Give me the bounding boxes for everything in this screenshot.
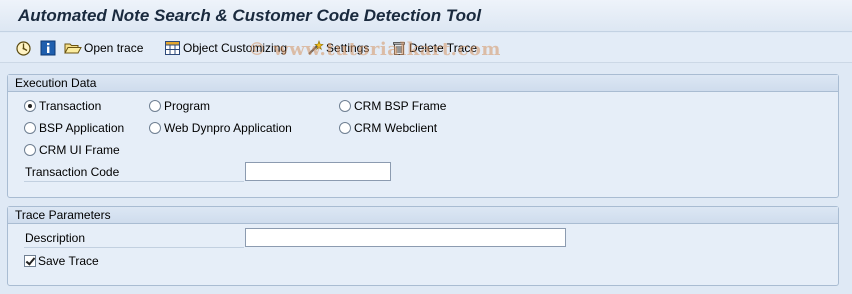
transaction-code-underline bbox=[24, 181, 244, 182]
radio-bsp-application-indicator[interactable] bbox=[24, 122, 36, 134]
open-folder-icon bbox=[64, 43, 82, 54]
save-trace-check-indicator[interactable] bbox=[24, 255, 36, 267]
execute-button[interactable] bbox=[15, 39, 32, 57]
radio-crm-bsp-frame-indicator[interactable] bbox=[339, 100, 351, 112]
trace-parameters-group: Trace Parameters Description Save Trace bbox=[7, 206, 839, 286]
save-trace-label: Save Trace bbox=[38, 254, 99, 268]
radio-crm-ui-frame-label: CRM UI Frame bbox=[39, 143, 120, 157]
window-title: Automated Note Search & Customer Code De… bbox=[18, 6, 482, 25]
radio-crm-ui-frame-indicator[interactable] bbox=[24, 144, 36, 156]
info-button[interactable] bbox=[40, 39, 56, 57]
transaction-code-input[interactable] bbox=[245, 162, 391, 181]
title-bar: Automated Note Search & Customer Code De… bbox=[0, 0, 852, 32]
description-underline bbox=[24, 247, 244, 248]
radio-program-label: Program bbox=[164, 99, 211, 113]
application-toolbar: Open trace Object Customizing Settings D… bbox=[0, 33, 852, 63]
radio-program-indicator[interactable] bbox=[149, 100, 161, 112]
open-trace-button[interactable]: Open trace bbox=[64, 39, 143, 57]
radio-web-dynpro-application[interactable]: Web Dynpro Application bbox=[149, 121, 292, 135]
radio-crm-bsp-frame[interactable]: CRM BSP Frame bbox=[339, 99, 446, 113]
execute-icon bbox=[16, 40, 31, 56]
radio-bsp-application-label: BSP Application bbox=[39, 121, 125, 135]
save-trace-checkbox[interactable]: Save Trace bbox=[24, 254, 99, 268]
open-trace-label: Open trace bbox=[84, 41, 144, 55]
watermark: © www.tutorialkart.com bbox=[248, 39, 501, 60]
execution-data-title: Execution Data bbox=[8, 75, 838, 92]
execution-data-group: Execution Data Transaction Program CRM B… bbox=[7, 74, 839, 198]
radio-crm-webclient[interactable]: CRM Webclient bbox=[339, 121, 437, 135]
grid-icon bbox=[165, 41, 180, 55]
radio-transaction[interactable]: Transaction bbox=[24, 99, 101, 113]
radio-transaction-indicator[interactable] bbox=[24, 100, 36, 112]
transaction-code-label: Transaction Code bbox=[25, 165, 120, 179]
radio-crm-webclient-indicator[interactable] bbox=[339, 122, 351, 134]
radio-web-dynpro-application-label: Web Dynpro Application bbox=[164, 121, 292, 135]
radio-crm-bsp-frame-label: CRM BSP Frame bbox=[354, 99, 447, 113]
radio-program[interactable]: Program bbox=[149, 99, 210, 113]
radio-transaction-label: Transaction bbox=[39, 99, 102, 113]
trace-parameters-title: Trace Parameters bbox=[8, 207, 838, 224]
radio-web-dynpro-application-indicator[interactable] bbox=[149, 122, 161, 134]
info-icon bbox=[40, 40, 56, 56]
description-input[interactable] bbox=[245, 228, 566, 247]
radio-crm-webclient-label: CRM Webclient bbox=[354, 121, 438, 135]
description-label: Description bbox=[25, 231, 86, 245]
radio-crm-ui-frame[interactable]: CRM UI Frame bbox=[24, 143, 120, 157]
radio-bsp-application[interactable]: BSP Application bbox=[24, 121, 124, 135]
